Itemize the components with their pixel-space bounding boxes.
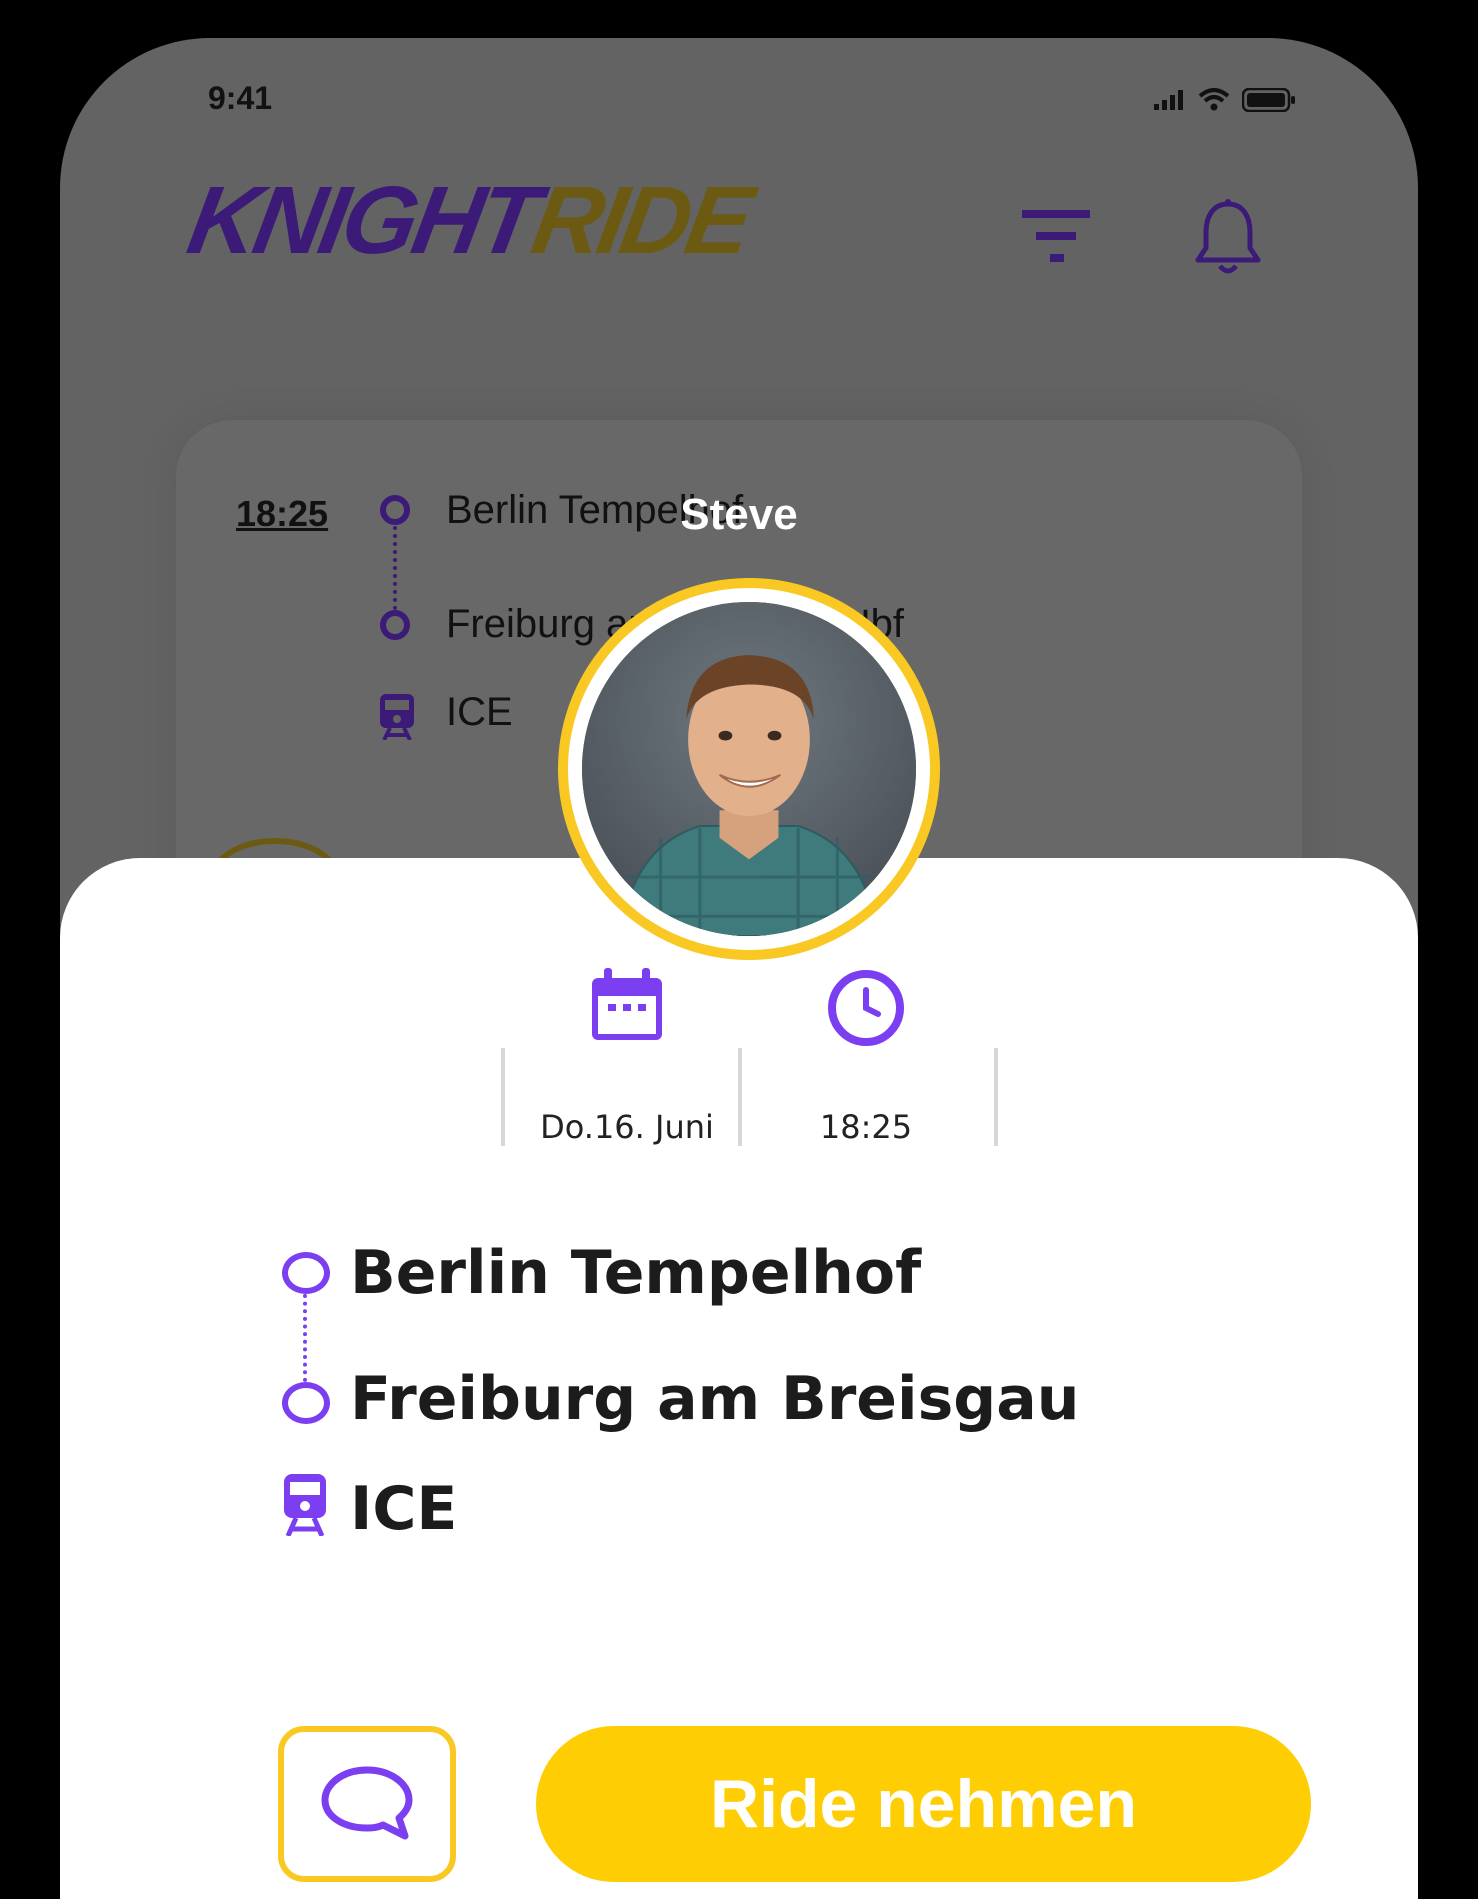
wifi-icon bbox=[1198, 88, 1230, 111]
filter-icon bbox=[1022, 210, 1090, 262]
take-ride-button[interactable]: Ride nehmen bbox=[536, 1726, 1311, 1882]
driver-avatar-ring bbox=[558, 578, 940, 960]
train-icon bbox=[380, 694, 414, 740]
signal-icon bbox=[1154, 90, 1183, 110]
chat-icon bbox=[321, 1766, 413, 1840]
train-icon bbox=[284, 1474, 326, 1536]
bell-icon bbox=[1195, 199, 1261, 274]
clock-icon bbox=[828, 970, 904, 1046]
route-line bbox=[303, 1294, 307, 1382]
route-from: Berlin Tempelhof bbox=[350, 1238, 922, 1308]
battery-icon bbox=[1242, 88, 1295, 112]
status-icons bbox=[1154, 88, 1296, 112]
ride-date: Do.16. Juni bbox=[540, 1108, 714, 1146]
app-logo: KNIGHTRIDE bbox=[181, 167, 757, 274]
phone-screen: 9:41 KNIGHTRIDE 18:25 Berlin Tempelhof F… bbox=[60, 38, 1418, 1899]
info-divider bbox=[994, 1048, 998, 1146]
info-divider bbox=[738, 1048, 742, 1146]
from-marker bbox=[282, 1252, 330, 1294]
filter-button[interactable] bbox=[1022, 208, 1092, 269]
driver-name: Steve bbox=[680, 490, 798, 539]
calendar-icon bbox=[592, 968, 662, 1040]
to-marker bbox=[282, 1382, 330, 1424]
route-to: Freiburg am Breisgau bbox=[350, 1364, 1080, 1434]
chat-button[interactable] bbox=[278, 1726, 456, 1882]
logo-part-ride: RIDE bbox=[524, 167, 757, 274]
driver-photo bbox=[582, 602, 916, 936]
ride-time: 18:25 bbox=[819, 1108, 913, 1146]
avatar bbox=[582, 602, 916, 936]
logo-part-knight: KNIGHT bbox=[180, 167, 544, 274]
ride-card-transport: ICE bbox=[446, 690, 513, 734]
ride-card-to-marker bbox=[380, 610, 410, 640]
info-divider bbox=[501, 1048, 505, 1146]
status-time: 9:41 bbox=[208, 80, 273, 116]
route-transport: ICE bbox=[350, 1474, 458, 1544]
notifications-button[interactable] bbox=[1192, 198, 1264, 281]
